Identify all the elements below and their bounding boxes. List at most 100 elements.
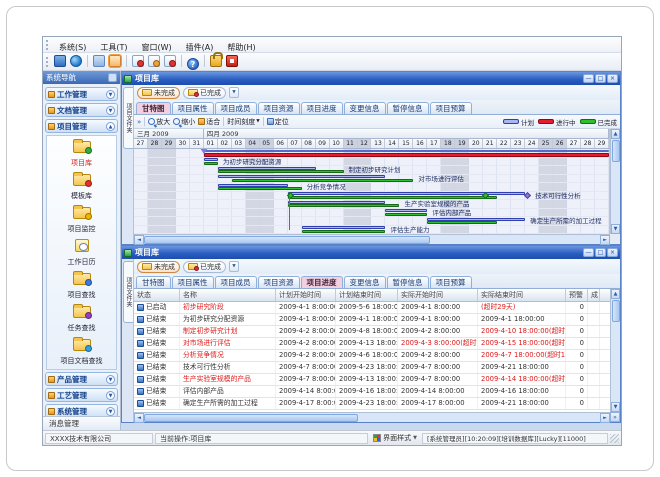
tab-项目属性[interactable]: 项目属性 <box>172 276 214 288</box>
gantt-bar-actual-制定初步研究计划[interactable] <box>218 170 344 173</box>
gantt-bar-plan-初步研究阶段[interactable] <box>204 150 609 152</box>
tab-项目属性[interactable]: 项目属性 <box>172 102 214 114</box>
maximize-button[interactable]: □ <box>595 74 606 83</box>
column-header-计划开始时间[interactable]: 计划开始时间 <box>276 289 336 301</box>
scroll-thumb[interactable] <box>144 236 430 244</box>
tab-项目资源[interactable]: 项目资源 <box>258 276 300 288</box>
close-button[interactable]: × <box>607 74 618 83</box>
tab-项目预算[interactable]: 项目预算 <box>430 276 472 288</box>
scroll-left-button[interactable]: ◄ <box>134 235 144 245</box>
zoom-out-button[interactable]: 缩小 <box>173 117 195 127</box>
column-header-实际开始时间[interactable]: 实际开始时间 <box>398 289 478 301</box>
menu-item-系统(S)[interactable]: 系统(S) <box>52 43 93 52</box>
column-header-计划结束时间[interactable]: 计划结束时间 <box>336 289 398 301</box>
monitor-icon[interactable] <box>54 55 66 67</box>
stop-icon[interactable] <box>226 55 238 67</box>
table-row[interactable]: 已结束技术可行性分析2009-4-7 8:00:002009-4-23 18:0… <box>134 362 610 374</box>
tab-甘特图[interactable]: 甘特图 <box>136 276 171 288</box>
scroll-thumb[interactable] <box>144 414 358 422</box>
sidebar-item-模板库[interactable]: 模板库 <box>47 170 116 203</box>
minimize-button[interactable]: — <box>583 248 594 257</box>
scroll-up-button[interactable]: ▲ <box>611 129 620 139</box>
close-button[interactable]: × <box>607 248 618 257</box>
sidebar-group-系统管理[interactable]: 系统管理▼ <box>45 404 118 416</box>
folder-icon[interactable] <box>93 55 105 67</box>
menu-item-插件(A)[interactable]: 插件(A) <box>179 43 221 52</box>
table-overflow-button[interactable]: » <box>610 412 620 422</box>
scroll-thumb[interactable] <box>612 140 620 162</box>
folder-filter-未完成[interactable]: 未完成 <box>137 261 180 273</box>
chevron-down-icon[interactable]: ▼ <box>106 407 115 416</box>
tab-项目成员[interactable]: 项目成员 <box>215 276 257 288</box>
sidebar-group-工艺管理[interactable]: 工艺管理▼ <box>45 388 118 402</box>
gantt-bar-plan-为初步研究分配资源[interactable] <box>204 158 218 161</box>
globe-icon[interactable] <box>70 55 82 67</box>
tab-项目资源[interactable]: 项目资源 <box>258 102 300 114</box>
folder-filter-已完成[interactable]: 已完成 <box>183 261 226 273</box>
tab-项目预算[interactable]: 项目预算 <box>430 102 472 114</box>
vertical-scrollbar[interactable]: ▲▼ <box>610 289 620 412</box>
gantt-bar-actual-确定生产所需的加工过程[interactable] <box>427 221 497 224</box>
column-header-名称[interactable]: 名称 <box>180 289 276 301</box>
folder-open-icon[interactable] <box>109 55 121 67</box>
fit-button[interactable]: 适合 <box>198 117 220 127</box>
gantt-bar-plan-评估内部产品[interactable] <box>385 209 427 212</box>
column-header-状态[interactable]: 状态 <box>134 289 180 301</box>
table-row[interactable]: 已结束生产实验室规模的产品2009-4-7 8:00:002009-4-13 1… <box>134 374 610 386</box>
gantt-bar-plan-对市场进行评估[interactable] <box>218 175 386 178</box>
gantt-bar-plan-技术可行性分析[interactable] <box>288 192 526 195</box>
chevron-down-icon[interactable]: ▼ <box>106 391 115 400</box>
horizontal-scrollbar[interactable]: ◄► <box>134 412 610 422</box>
tab-暂停信息[interactable]: 暂停信息 <box>387 102 429 114</box>
maximize-button[interactable]: □ <box>595 248 606 257</box>
dropdown-button[interactable]: ▼ <box>229 261 239 272</box>
sidebar-group-产品管理[interactable]: 产品管理▼ <box>45 372 118 386</box>
gantt-bar-actual-为初步研究分配资源[interactable] <box>204 162 218 165</box>
zoom-in-button[interactable]: 放大 <box>148 117 170 127</box>
table-row[interactable]: 已结束评估内部产品2009-4-14 8:00:002009-4-16 18:0… <box>134 386 610 398</box>
folder-filter-未完成[interactable]: 未完成 <box>137 87 180 99</box>
mail-new-icon[interactable] <box>132 55 144 67</box>
tab-甘特图[interactable]: 甘特图 <box>136 102 171 114</box>
chevron-down-icon[interactable]: ▼ <box>106 90 115 99</box>
chevron-down-icon[interactable]: ▼ <box>106 106 115 115</box>
scroll-right-button[interactable]: ► <box>600 413 610 423</box>
column-header-实际结束时间[interactable]: 实际结束时间 <box>478 289 566 301</box>
column-header-成[interactable]: 成 <box>588 289 600 301</box>
scroll-down-button[interactable]: ▼ <box>611 402 620 412</box>
sidebar-item-任务查找[interactable]: 任务查找 <box>47 302 116 335</box>
scroll-up-button[interactable]: ▲ <box>611 289 620 299</box>
resize-grip[interactable] <box>610 434 619 443</box>
mail-open-icon[interactable] <box>148 55 160 67</box>
scroll-thumb[interactable] <box>612 300 620 322</box>
table-row[interactable]: 已启动初步研究阶段2009-4-1 8:00:002009-5-6 18:00:… <box>134 302 610 314</box>
tab-变更信息[interactable]: 变更信息 <box>344 102 386 114</box>
scroll-down-button[interactable]: ▼ <box>611 224 620 234</box>
sidebar-tab-message-management[interactable]: 消息管理 <box>43 416 120 430</box>
sidebar-group-工作管理[interactable]: 工作管理▼ <box>45 87 118 101</box>
tab-项目进度[interactable]: 项目进度 <box>301 102 343 114</box>
scroll-left-button[interactable]: ◄ <box>134 413 144 423</box>
table-row[interactable]: 已结束为初步研究分配资源2009-4-1 8:00:002009-4-1 18:… <box>134 314 610 326</box>
mail-del-icon[interactable] <box>164 55 176 67</box>
table-row[interactable]: 已结束分析竞争情况2009-4-2 8:00:002009-4-6 18:00:… <box>134 350 610 362</box>
gantt-bar-actual-生产实验室规模的产品[interactable] <box>288 204 400 207</box>
table-row[interactable]: 已结束制定初步研究计划2009-4-2 8:00:002009-4-8 18:0… <box>134 326 610 338</box>
time-scale-dropdown[interactable]: 时间刻度▼ <box>227 117 259 127</box>
menu-item-帮助(H)[interactable]: 帮助(H) <box>220 43 262 52</box>
menu-item-工具(T)[interactable]: 工具(T) <box>93 43 134 52</box>
gantt-bar-actual-评估内部产品[interactable] <box>385 213 427 216</box>
horizontal-scrollbar[interactable]: ◄► <box>134 234 610 244</box>
toolbar-overflow-icon[interactable]: » <box>137 118 141 126</box>
window-titlebar[interactable]: 项目库—□× <box>122 246 620 259</box>
tab-项目成员[interactable]: 项目成员 <box>215 102 257 114</box>
gantt-bar-actual-分析竞争情况[interactable] <box>218 187 302 190</box>
table-row[interactable]: 已结束确定生产所需的加工过程2009-4-17 8:00:002009-4-23… <box>134 398 610 410</box>
gantt-bar-inprogress-初步研究阶段[interactable] <box>204 153 609 157</box>
gantt-bar-actual-技术可行性分析[interactable] <box>288 196 498 199</box>
scroll-right-button[interactable]: ► <box>600 235 610 245</box>
window-titlebar[interactable]: 项目库—□× <box>122 72 620 85</box>
minimize-button[interactable]: — <box>583 74 594 83</box>
table-row[interactable]: 已结束对市场进行评估2009-4-2 8:00:002009-4-13 18:0… <box>134 338 610 350</box>
folder-side-tab[interactable]: 项目文件夹 <box>123 261 133 323</box>
